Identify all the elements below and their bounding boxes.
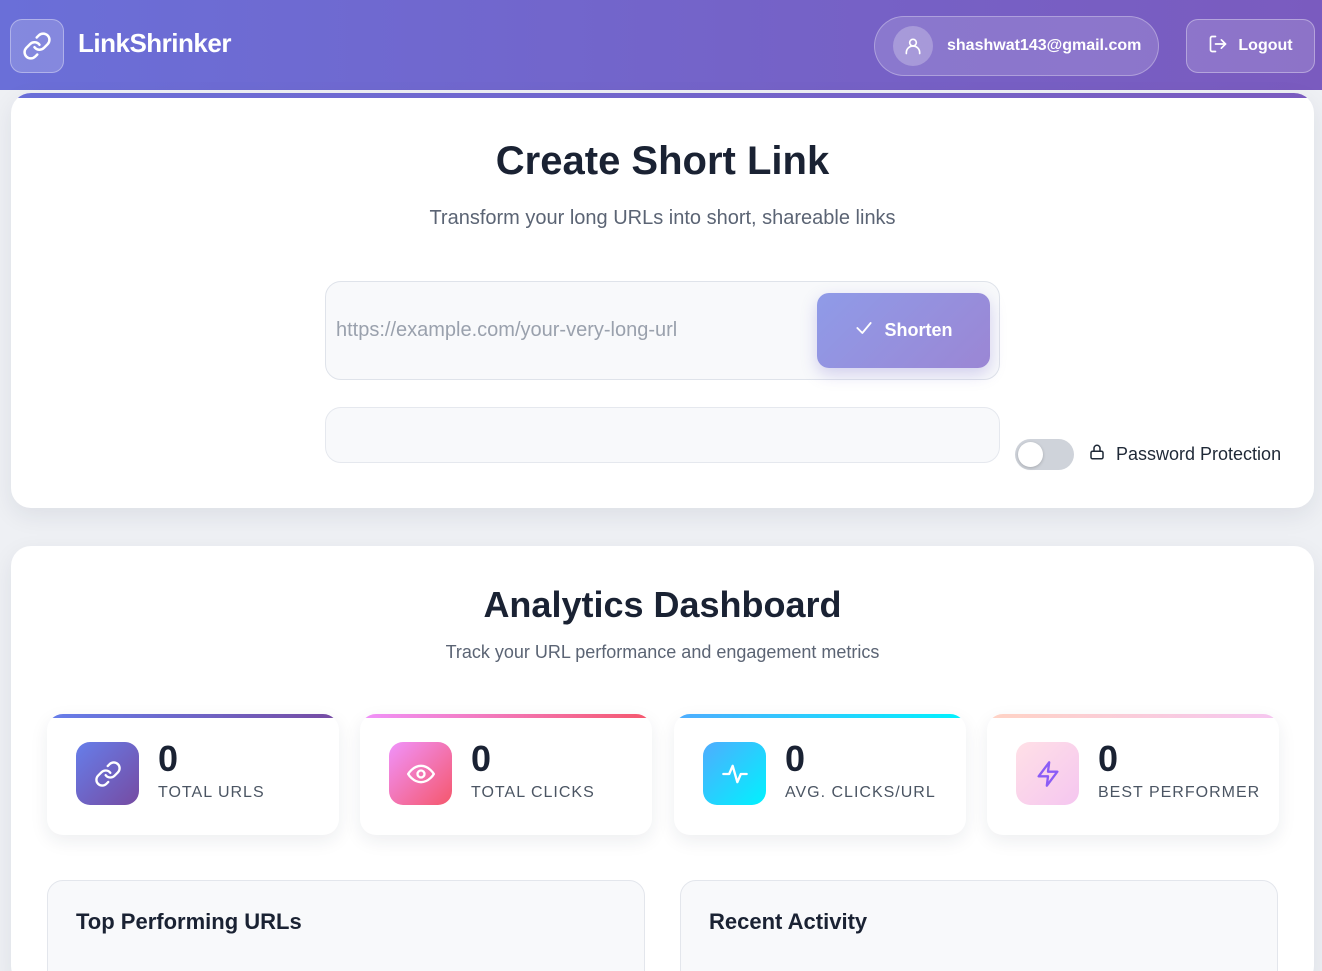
- dashboard-subtitle: Track your URL performance and engagemen…: [445, 642, 880, 662]
- password-protection-toggle[interactable]: [1015, 439, 1074, 470]
- stat-card-avg-clicks: 0 AVG. CLICKS/URL: [674, 714, 966, 835]
- activity-icon: [703, 742, 766, 805]
- stat-value: 0: [1098, 738, 1119, 779]
- logout-label: Logout: [1238, 37, 1293, 54]
- password-protection-label: Password Protection: [1088, 443, 1281, 466]
- create-short-link-card: Create Short Link Transform your long UR…: [11, 93, 1314, 508]
- link-icon: [76, 742, 139, 805]
- logout-button[interactable]: Logout: [1186, 19, 1315, 73]
- recent-activity-title: Recent Activity: [709, 909, 868, 934]
- link-logo-icon[interactable]: [10, 19, 64, 73]
- top-performing-urls-title: Top Performing URLs: [76, 909, 302, 934]
- user-email: shashwat143@gmail.com: [947, 37, 1142, 54]
- stat-accent-bar: [47, 714, 339, 718]
- user-profile-pill[interactable]: shashwat143@gmail.com: [874, 16, 1159, 76]
- create-subtitle: Transform your long URLs into short, sha…: [429, 207, 896, 229]
- stat-value: 0: [158, 738, 179, 779]
- long-url-input[interactable]: [336, 310, 806, 350]
- stat-label: BEST PERFORMER: [1098, 784, 1261, 801]
- toggle-knob: [1018, 442, 1043, 467]
- lightning-icon: [1016, 742, 1079, 805]
- lock-icon: [1088, 443, 1106, 466]
- password-protection-text: Password Protection: [1116, 444, 1282, 464]
- eye-icon: [389, 742, 452, 805]
- stat-label: TOTAL URLS: [158, 784, 265, 801]
- app-header: LinkShrinker shashwat143@gmail.com Logou…: [0, 0, 1322, 90]
- shorten-label: Shorten: [884, 320, 953, 340]
- recent-activity-panel: Recent Activity: [680, 880, 1278, 971]
- stat-label: TOTAL CLICKS: [471, 784, 595, 801]
- stat-accent-bar: [360, 714, 652, 718]
- create-title: Create Short Link: [495, 139, 830, 183]
- stat-value: 0: [785, 738, 806, 779]
- stat-accent-bar: [674, 714, 966, 718]
- user-icon: [893, 26, 933, 66]
- stat-accent-bar: [987, 714, 1279, 718]
- stat-label: AVG. CLICKS/URL: [785, 784, 936, 801]
- analytics-dashboard-card: Analytics Dashboard Track your URL perfo…: [11, 546, 1314, 971]
- stat-card-total-urls: 0 TOTAL URLS: [47, 714, 339, 835]
- stat-value: 0: [471, 738, 492, 779]
- check-icon: [854, 318, 874, 343]
- stat-card-total-clicks: 0 TOTAL CLICKS: [360, 714, 652, 835]
- logout-icon: [1208, 34, 1228, 59]
- url-input-box: Shorten: [325, 281, 1000, 380]
- top-performing-urls-panel: Top Performing URLs: [47, 880, 645, 971]
- dashboard-title: Analytics Dashboard: [483, 584, 842, 625]
- custom-alias-input[interactable]: [325, 407, 1000, 463]
- shorten-button[interactable]: Shorten: [817, 293, 990, 368]
- brand-name[interactable]: LinkShrinker: [78, 28, 231, 59]
- stat-card-best-performer: 0 BEST PERFORMER: [987, 714, 1279, 835]
